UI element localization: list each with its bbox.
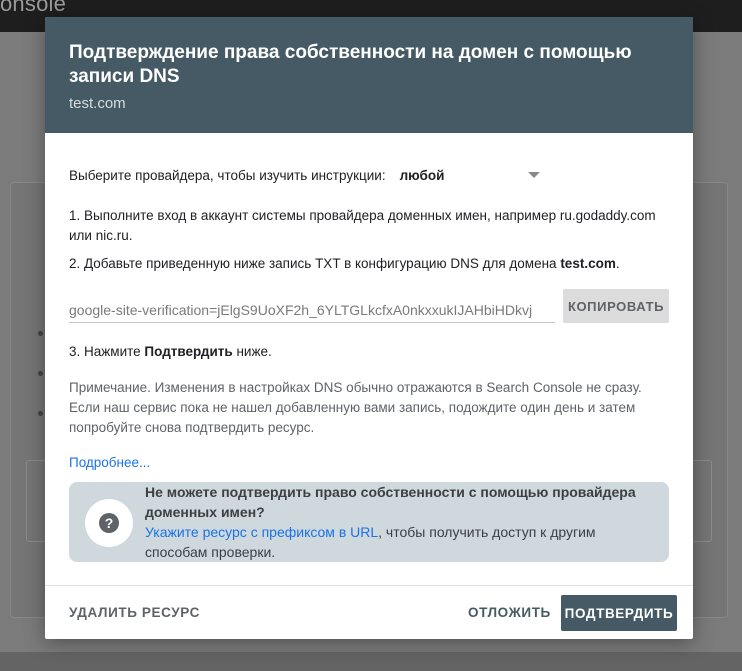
url-prefix-link[interactable]: Укажите ресурс с префиксом в URL — [145, 524, 378, 540]
step-2-suffix: . — [615, 256, 620, 271]
step-1: 1. Выполните вход в аккаунт системы пров… — [69, 208, 656, 243]
provider-selected-value: любой — [399, 167, 445, 183]
step-3-bold: Подтвердить — [144, 344, 233, 359]
help-icon-circle: ? — [85, 499, 133, 547]
caret-down-icon — [527, 172, 540, 178]
postpone-button[interactable]: ОТЛОЖИТЬ — [468, 605, 551, 620]
footer-divider — [45, 585, 693, 586]
provider-label: Выберите провайдера, чтобы изучить инстр… — [69, 167, 386, 183]
step-2: 2. Добавьте приведенную ниже запись TXT … — [69, 254, 669, 274]
alternative-method-box: ? Не можете подтвердить право собственно… — [69, 482, 669, 562]
step-3: 3. Нажмите Подтвердить ниже. — [69, 342, 669, 362]
background-bullet — [38, 411, 43, 416]
verification-row: google-site-verification=jElgS9UoXF2h_6Y… — [69, 289, 669, 323]
confirm-button[interactable]: ПОДТВЕРДИТЬ — [561, 595, 677, 631]
copy-button[interactable]: КОПИРОВАТЬ — [563, 289, 669, 323]
alternative-method-title: Не можете подтвердить право собственност… — [145, 484, 636, 520]
delete-resource-button[interactable]: УДАЛИТЬ РЕСУРС — [69, 605, 200, 620]
dns-note: Примечание. Изменения в настройках DNS о… — [69, 380, 642, 435]
verification-record-field[interactable]: google-site-verification=jElgS9UoXF2h_6Y… — [69, 289, 555, 323]
dialog-header: Подтверждение права собственности на дом… — [45, 17, 693, 133]
background-bullet — [38, 371, 43, 376]
step-2-domain: test.com — [560, 256, 616, 271]
provider-select[interactable]: любой — [400, 168, 540, 183]
help-circle-icon: ? — [99, 513, 119, 533]
alternative-method-body: Укажите ресурс с префиксом в URL, чтобы … — [145, 522, 655, 562]
alternative-method-text: Не можете подтвердить право собственност… — [145, 482, 655, 562]
step-3-suffix: ниже. — [232, 344, 272, 359]
dns-verification-dialog: Подтверждение права собственности на дом… — [45, 17, 693, 639]
background-bottom-bar — [0, 652, 742, 671]
step-3-text: 3. Нажмите — [69, 344, 145, 359]
step-2-text: 2. Добавьте приведенную ниже запись TXT … — [69, 256, 561, 271]
provider-row: Выберите провайдера, чтобы изучить инстр… — [69, 161, 540, 189]
background-bullet — [38, 331, 43, 336]
dialog-title: Подтверждение права собственности на дом… — [69, 42, 632, 87]
learn-more-link[interactable]: Подробнее... — [69, 455, 150, 470]
background-logo: onsole — [0, 0, 67, 16]
dialog-subtitle: test.com — [69, 95, 126, 112]
